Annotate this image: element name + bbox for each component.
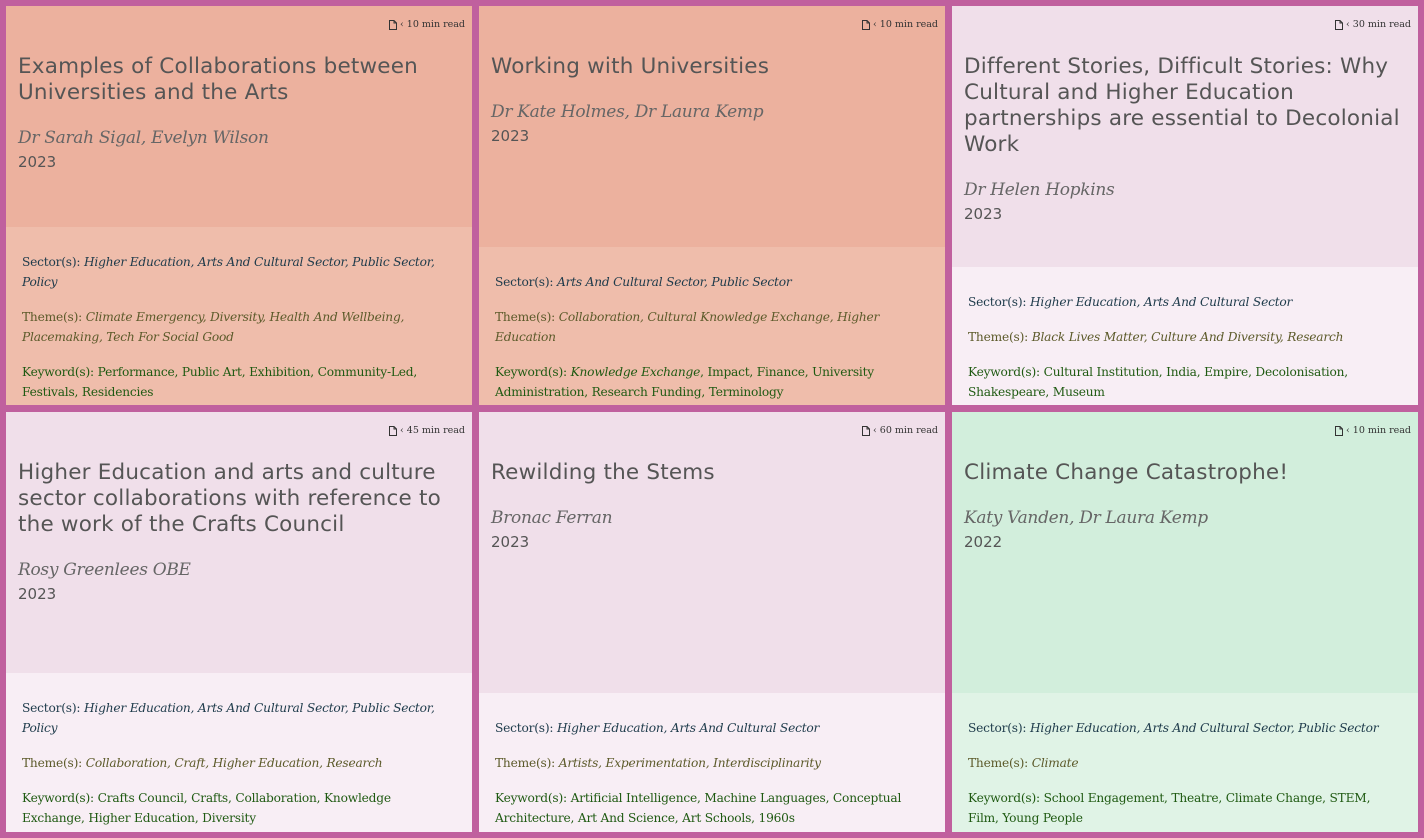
theme-values[interactable]: Climate (1032, 756, 1079, 770)
read-time: ‹ 10 min read (861, 19, 938, 30)
article-title[interactable]: Climate Change Catastrophe! (964, 460, 1406, 486)
article-year: 2023 (964, 205, 1003, 223)
article-card[interactable]: ‹ 10 min read Examples of Collaborations… (6, 6, 472, 405)
theme-label: Theme(s): (22, 310, 86, 324)
theme-label: Theme(s): (968, 330, 1032, 344)
sector-values[interactable]: Higher Education, Arts And Cultural Sect… (1030, 721, 1379, 735)
keyword-list: Keyword(s): Artificial Intelligence, Mac… (495, 788, 929, 828)
document-icon (388, 19, 397, 30)
theme-label: Theme(s): (22, 756, 86, 770)
sector-label: Sector(s): (495, 721, 557, 735)
keyword-label: Keyword(s): (495, 365, 571, 379)
keyword-label: Keyword(s): (22, 791, 98, 805)
document-icon (388, 425, 397, 436)
sector-label: Sector(s): (495, 275, 557, 289)
sector-values[interactable]: Higher Education, Arts And Cultural Sect… (22, 255, 435, 289)
article-card[interactable]: ‹ 30 min read Different Stories, Difficu… (952, 6, 1418, 405)
article-authors: Rosy Greenlees OBE (18, 560, 191, 580)
article-authors: Dr Sarah Sigal, Evelyn Wilson (18, 128, 269, 148)
article-authors: Bronac Ferran (491, 508, 613, 528)
article-card[interactable]: ‹ 10 min read Working with Universities … (479, 6, 945, 405)
document-icon (861, 19, 870, 30)
article-card[interactable]: ‹ 10 min read Climate Change Catastrophe… (952, 412, 1418, 832)
keyword-label: Keyword(s): (968, 791, 1044, 805)
article-year: 2023 (491, 127, 530, 145)
theme-list: Theme(s): Collaboration, Cultural Knowle… (495, 307, 929, 347)
read-time-label: ‹ 60 min read (872, 425, 938, 436)
sector-values[interactable]: Higher Education, Arts And Cultural Sect… (22, 701, 435, 735)
keyword-list: Keyword(s): Performance, Public Art, Exh… (22, 362, 456, 402)
article-year: 2023 (18, 585, 57, 603)
read-time: ‹ 60 min read (861, 425, 938, 436)
article-title[interactable]: Higher Education and arts and culture se… (18, 460, 460, 538)
keyword-label: Keyword(s): (22, 365, 98, 379)
keyword-list: Keyword(s): Cultural Institution, India,… (968, 362, 1402, 402)
article-card[interactable]: ‹ 45 min read Higher Education and arts … (6, 412, 472, 832)
keyword-label: Keyword(s): (495, 791, 571, 805)
article-title[interactable]: Rewilding the Stems (491, 460, 933, 486)
theme-values[interactable]: Artists, Experimentation, Interdisciplin… (559, 756, 821, 770)
sector-list: Sector(s): Higher Education, Arts And Cu… (22, 252, 456, 292)
article-year: 2023 (491, 533, 530, 551)
theme-list: Theme(s): Artists, Experimentation, Inte… (495, 753, 929, 773)
read-time-label: ‹ 45 min read (399, 425, 465, 436)
article-authors: Dr Helen Hopkins (964, 180, 1115, 200)
article-year: 2023 (18, 153, 57, 171)
sector-list: Sector(s): Higher Education, Arts And Cu… (495, 718, 929, 738)
theme-label: Theme(s): (495, 756, 559, 770)
theme-label: Theme(s): (495, 310, 559, 324)
article-authors: Dr Kate Holmes, Dr Laura Kemp (491, 102, 764, 122)
read-time: ‹ 10 min read (1334, 425, 1411, 436)
sector-label: Sector(s): (968, 721, 1030, 735)
article-title[interactable]: Different Stories, Difficult Stories: Wh… (964, 54, 1406, 158)
read-time: ‹ 30 min read (1334, 19, 1411, 30)
theme-values[interactable]: Black Lives Matter, Culture And Diversit… (1032, 330, 1344, 344)
sector-list: Sector(s): Higher Education, Arts And Cu… (968, 718, 1402, 738)
sector-label: Sector(s): (22, 255, 84, 269)
keyword-list: Keyword(s): Crafts Council, Crafts, Coll… (22, 788, 456, 828)
theme-list: Theme(s): Climate (968, 753, 1402, 773)
article-year: 2022 (964, 533, 1003, 551)
sector-label: Sector(s): (968, 295, 1030, 309)
read-time: ‹ 45 min read (388, 425, 465, 436)
keyword-list: Keyword(s): School Engagement, Theatre, … (968, 788, 1402, 828)
sector-list: Sector(s): Arts And Cultural Sector, Pub… (495, 272, 929, 292)
keyword-list: Keyword(s): Knowledge Exchange, Impact, … (495, 362, 929, 402)
theme-list: Theme(s): Climate Emergency, Diversity, … (22, 307, 456, 347)
keyword-label: Keyword(s): (968, 365, 1044, 379)
article-title[interactable]: Examples of Collaborations between Unive… (18, 54, 460, 106)
sector-values[interactable]: Higher Education, Arts And Cultural Sect… (557, 721, 819, 735)
article-card[interactable]: ‹ 60 min read Rewilding the Stems Bronac… (479, 412, 945, 832)
keyword-values-italic[interactable]: Knowledge Exchange (571, 365, 701, 379)
article-authors: Katy Vanden, Dr Laura Kemp (964, 508, 1208, 528)
read-time-label: ‹ 10 min read (399, 19, 465, 30)
document-icon (1334, 425, 1343, 436)
document-icon (1334, 19, 1343, 30)
sector-list: Sector(s): Higher Education, Arts And Cu… (22, 698, 456, 738)
theme-label: Theme(s): (968, 756, 1032, 770)
theme-list: Theme(s): Collaboration, Craft, Higher E… (22, 753, 456, 773)
read-time-label: ‹ 10 min read (1345, 425, 1411, 436)
sector-label: Sector(s): (22, 701, 84, 715)
theme-values[interactable]: Collaboration, Craft, Higher Education, … (86, 756, 383, 770)
read-time-label: ‹ 30 min read (1345, 19, 1411, 30)
read-time-label: ‹ 10 min read (872, 19, 938, 30)
read-time: ‹ 10 min read (388, 19, 465, 30)
sector-list: Sector(s): Higher Education, Arts And Cu… (968, 292, 1402, 312)
sector-values[interactable]: Arts And Cultural Sector, Public Sector (557, 275, 792, 289)
theme-list: Theme(s): Black Lives Matter, Culture An… (968, 327, 1402, 347)
document-icon (861, 425, 870, 436)
article-title[interactable]: Working with Universities (491, 54, 933, 80)
sector-values[interactable]: Higher Education, Arts And Cultural Sect… (1030, 295, 1292, 309)
